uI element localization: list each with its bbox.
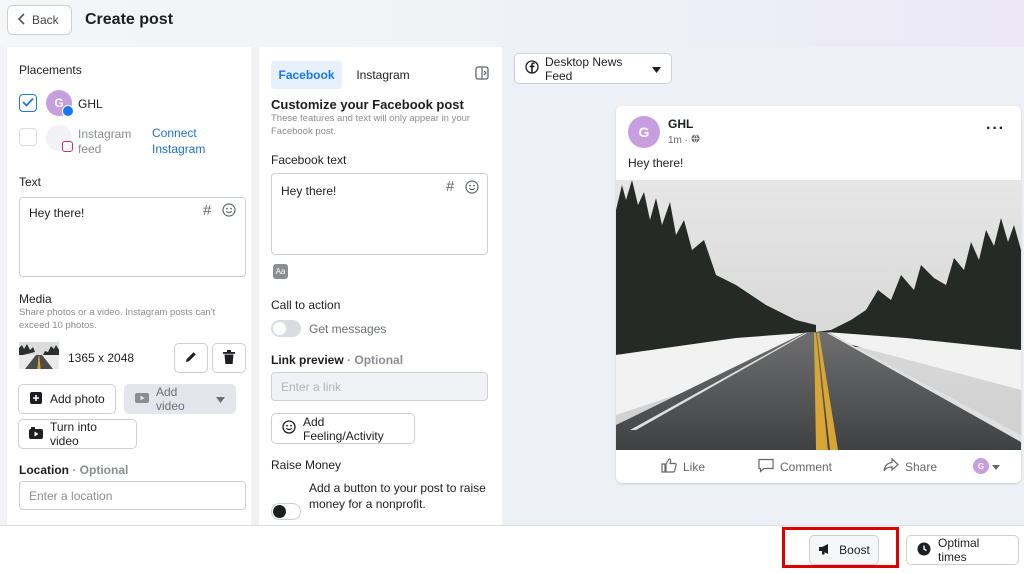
placement-select-label: Desktop News Feed xyxy=(545,54,623,83)
caret-down-icon xyxy=(992,459,1000,473)
preview-post-text: Hey there! xyxy=(628,156,684,170)
ghl-placement-checkbox[interactable] xyxy=(19,94,37,112)
cta-value: Get messages xyxy=(309,322,387,336)
boost-label: Boost xyxy=(839,543,870,557)
add-photo-button[interactable]: Add photo xyxy=(18,384,116,414)
like-action[interactable]: Like xyxy=(661,458,705,476)
back-label: Back xyxy=(32,13,59,27)
customize-title: Customize your Facebook post xyxy=(271,97,464,112)
text-textarea[interactable]: Hey there! # xyxy=(19,197,246,277)
more-options-icon[interactable]: ··· xyxy=(986,120,1005,138)
hashtag-icon[interactable]: # xyxy=(446,178,454,195)
placement-select[interactable]: Desktop News Feed xyxy=(514,53,672,84)
media-hint: Share photos or a video. Instagram posts… xyxy=(19,307,216,331)
back-button[interactable]: Back xyxy=(7,5,72,35)
optimal-times-label: Optimal times xyxy=(938,536,980,564)
pencil-icon xyxy=(184,350,198,367)
share-icon xyxy=(883,457,899,475)
ghl-account-name: GHL xyxy=(78,97,103,111)
facebook-text-textarea[interactable]: Hey there! # xyxy=(271,173,488,255)
tab-instagram[interactable]: Instagram xyxy=(348,61,418,89)
edit-media-button[interactable] xyxy=(174,343,208,373)
add-video-button[interactable]: Add video xyxy=(124,384,236,414)
preview-timestamp: 1m · xyxy=(668,134,700,146)
instagram-placement-checkbox[interactable] xyxy=(19,128,37,146)
caret-down-icon xyxy=(652,62,661,76)
add-photo-icon xyxy=(29,391,43,408)
placements-label: Placements xyxy=(19,63,82,77)
location-placeholder: Enter a location xyxy=(29,488,113,503)
raise-money-text: Add a button to your post to raise money… xyxy=(309,481,486,511)
link-input[interactable]: Enter a link xyxy=(271,372,488,401)
turn-into-video-label: Turn into video xyxy=(50,420,97,448)
caret-down-icon xyxy=(216,392,225,406)
text-value: Hey there! xyxy=(29,206,85,220)
instagram-feed-label: Instagram feed xyxy=(78,127,132,156)
add-feeling-button[interactable]: Add Feeling/Activity xyxy=(271,413,415,444)
video-camera-icon xyxy=(29,426,43,442)
add-feeling-label: Add Feeling/Activity xyxy=(303,414,384,443)
facebook-text-label: Facebook text xyxy=(271,153,347,167)
comment-label: Comment xyxy=(780,460,833,474)
facebook-text-value: Hey there! xyxy=(281,184,337,198)
audience-selector[interactable]: G xyxy=(973,458,1000,474)
hashtag-icon[interactable]: # xyxy=(203,202,211,219)
facebook-badge-icon xyxy=(62,105,74,117)
comment-action[interactable]: Comment xyxy=(758,458,832,476)
emoji-icon[interactable] xyxy=(222,203,236,220)
location-label: Location · Optional xyxy=(19,463,129,477)
middle-panel: Facebook Instagram Customize your Facebo… xyxy=(259,47,502,525)
text-label: Text xyxy=(19,175,42,189)
audience-avatar: G xyxy=(973,458,989,474)
preview-avatar: G xyxy=(628,116,660,148)
preview-page-name: GHL xyxy=(668,117,694,131)
clock-icon xyxy=(917,542,931,559)
comment-icon xyxy=(758,458,774,476)
delete-media-button[interactable] xyxy=(212,343,246,373)
add-photo-label: Add photo xyxy=(50,392,105,406)
page-title: Create post xyxy=(85,11,174,28)
boost-button[interactable]: Boost xyxy=(809,535,879,565)
cta-label: Call to action xyxy=(271,298,341,312)
share-label: Share xyxy=(905,459,938,474)
media-thumbnail xyxy=(19,342,59,369)
globe-icon xyxy=(691,134,700,146)
post-preview-card: G GHL 1m · ··· Hey there! Like Comment S… xyxy=(616,106,1021,483)
smiley-icon xyxy=(282,420,296,437)
instagram-badge-icon xyxy=(62,141,73,152)
media-dimensions: 1365 x 2048 xyxy=(68,351,135,365)
left-panel: Placements G GHL Instagram feed Connect … xyxy=(7,47,251,525)
emoji-icon[interactable] xyxy=(465,180,479,197)
add-video-label: Add video xyxy=(156,385,185,413)
media-label: Media xyxy=(19,292,52,306)
checkmark-icon xyxy=(22,96,34,110)
customize-hint: These features and text will only appear… xyxy=(271,113,471,137)
optimal-times-button[interactable]: Optimal times xyxy=(906,535,1019,565)
facebook-icon xyxy=(525,60,539,77)
top-bar: Back Create post xyxy=(0,0,1024,47)
trash-icon xyxy=(223,349,235,367)
cta-toggle[interactable] xyxy=(271,320,301,337)
like-label: Like xyxy=(683,460,706,474)
video-icon xyxy=(135,392,149,407)
raise-money-label: Raise Money xyxy=(271,458,342,472)
megaphone-icon xyxy=(818,543,832,558)
connect-instagram-link[interactable]: Connect Instagram xyxy=(152,125,205,157)
text-format-icon[interactable]: Aa xyxy=(273,264,288,279)
tab-facebook[interactable]: Facebook xyxy=(271,61,342,89)
thumbs-up-icon xyxy=(661,458,677,476)
post-photo xyxy=(616,180,1021,450)
raise-money-toggle[interactable] xyxy=(271,503,301,520)
chevron-left-icon xyxy=(17,12,26,28)
share-action[interactable]: Share xyxy=(883,457,938,475)
turn-into-video-button[interactable]: Turn into video xyxy=(18,419,137,449)
location-input[interactable]: Enter a location xyxy=(19,481,246,510)
link-preview-label: Link preview · Optional xyxy=(271,353,404,367)
layout-toggle-icon[interactable] xyxy=(475,66,489,83)
link-placeholder: Enter a link xyxy=(281,379,342,394)
